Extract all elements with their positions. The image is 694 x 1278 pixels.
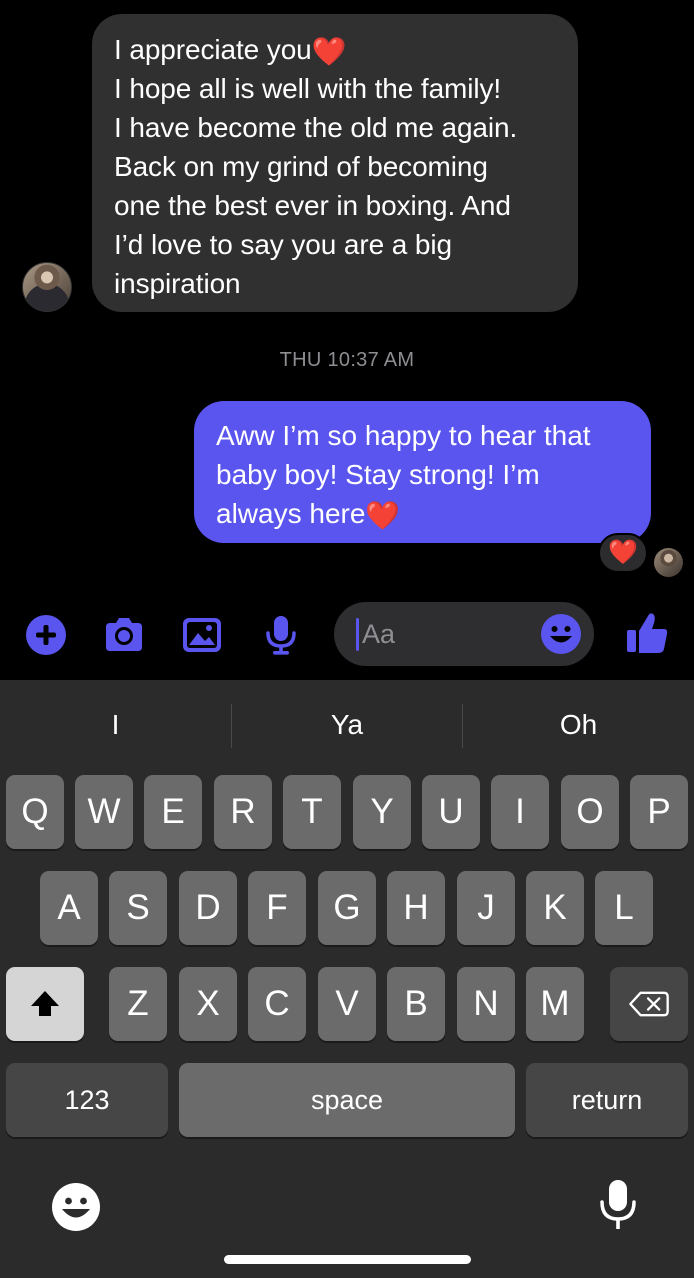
key-c[interactable]: C	[248, 967, 306, 1041]
key-l[interactable]: L	[595, 871, 653, 945]
on-screen-keyboard: I Ya Oh Q W E R T Y U I O P A S D F G H …	[0, 680, 694, 1278]
microphone-icon[interactable]	[259, 613, 303, 657]
message-line: inspiration	[114, 268, 241, 299]
key-j[interactable]: J	[457, 871, 515, 945]
conversation-thread: I appreciate you❤️ I hope all is well wi…	[0, 0, 694, 680]
return-key[interactable]: return	[526, 1063, 688, 1137]
key-b[interactable]: B	[387, 967, 445, 1041]
key-t[interactable]: T	[283, 775, 341, 849]
key-m[interactable]: M	[526, 967, 584, 1041]
key-g[interactable]: G	[318, 871, 376, 945]
key-h[interactable]: H	[387, 871, 445, 945]
message-line: I’d love to say you are a big	[114, 229, 452, 260]
thumbs-up-icon[interactable]	[624, 610, 670, 656]
message-line: Aww I’m so happy to hear that	[216, 420, 591, 451]
key-u[interactable]: U	[422, 775, 480, 849]
message-line: baby boy! Stay strong! I’m	[216, 459, 540, 490]
key-y[interactable]: Y	[353, 775, 411, 849]
key-n[interactable]: N	[457, 967, 515, 1041]
sender-avatar[interactable]	[22, 262, 72, 312]
key-s[interactable]: S	[109, 871, 167, 945]
key-o[interactable]: O	[561, 775, 619, 849]
key-q[interactable]: Q	[6, 775, 64, 849]
plus-circle-icon[interactable]	[24, 613, 68, 657]
heart-reaction-icon: ❤️	[608, 539, 638, 566]
message-reaction[interactable]: ❤️	[598, 533, 648, 573]
key-d[interactable]: D	[179, 871, 237, 945]
predictive-text-bar: I Ya Oh	[0, 680, 694, 770]
message-line: always here❤️	[216, 498, 401, 531]
message-timestamp: THU 10:37 AM	[279, 349, 415, 371]
message-composer: Aa	[0, 600, 694, 668]
key-f[interactable]: F	[248, 871, 306, 945]
camera-icon[interactable]	[102, 613, 146, 657]
message-line: I have become the old me again.	[114, 112, 518, 143]
message-line: one the best ever in boxing. And	[114, 190, 511, 221]
key-k[interactable]: K	[526, 871, 584, 945]
shift-key[interactable]	[6, 967, 84, 1041]
outgoing-message-bubble[interactable]: Aww I’m so happy to hear that baby boy! …	[194, 401, 651, 543]
heart-emoji: ❤️	[365, 500, 401, 531]
heart-emoji: ❤️	[311, 36, 347, 67]
key-w[interactable]: W	[75, 775, 133, 849]
key-x[interactable]: X	[179, 967, 237, 1041]
key-z[interactable]: Z	[109, 967, 167, 1041]
message-line: I appreciate you❤️	[114, 34, 347, 67]
space-key[interactable]: space	[179, 1063, 515, 1137]
text-cursor	[356, 618, 359, 651]
incoming-message-bubble[interactable]: I appreciate you❤️ I hope all is well wi…	[92, 14, 578, 312]
photo-icon[interactable]	[180, 613, 224, 657]
read-receipt-avatar	[654, 548, 683, 577]
suggestion-3[interactable]: Oh	[463, 680, 694, 770]
message-input[interactable]: Aa	[334, 602, 594, 666]
emoji-icon[interactable]	[540, 613, 582, 655]
message-line: Back on my grind of becoming	[114, 151, 488, 182]
key-a[interactable]: A	[40, 871, 98, 945]
backspace-icon	[629, 991, 669, 1017]
key-v[interactable]: V	[318, 967, 376, 1041]
message-line: I hope all is well with the family!	[114, 73, 502, 104]
key-r[interactable]: R	[214, 775, 272, 849]
message-input-placeholder: Aa	[362, 619, 396, 649]
numbers-key[interactable]: 123	[6, 1063, 168, 1137]
key-e[interactable]: E	[144, 775, 202, 849]
emoji-keyboard-icon[interactable]	[51, 1182, 101, 1232]
home-indicator[interactable]	[224, 1255, 471, 1264]
suggestion-2[interactable]: Ya	[232, 680, 462, 770]
dictation-microphone-icon[interactable]	[597, 1178, 639, 1232]
shift-arrow-icon	[31, 991, 59, 1016]
key-i[interactable]: I	[491, 775, 549, 849]
backspace-key[interactable]	[610, 967, 688, 1041]
key-p[interactable]: P	[630, 775, 688, 849]
suggestion-1[interactable]: I	[0, 680, 231, 770]
